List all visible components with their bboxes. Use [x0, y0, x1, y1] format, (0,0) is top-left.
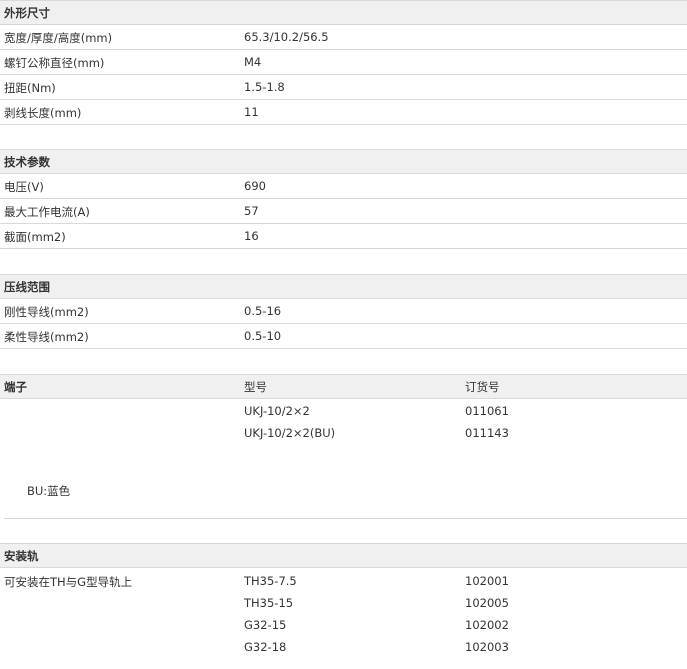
terminal-model: UKJ-10/2×2(BU)	[244, 426, 336, 440]
table-row: 截面(mm2) 16	[0, 224, 687, 249]
rail-order-number: 102005	[465, 596, 509, 610]
table-row: 柔性导线(mm2) 0.5-10	[0, 324, 687, 349]
spec-value: M4	[244, 55, 262, 69]
dimensions-title: 外形尺寸	[4, 6, 50, 20]
dimensions-section-header: 外形尺寸	[0, 0, 687, 25]
rail-model: TH35-15	[244, 596, 294, 610]
rail-description: 可安装在TH与G型导轨上	[4, 575, 133, 589]
spec-value: 57	[244, 204, 259, 218]
terminal-section-header: 端子 型号 订货号	[0, 374, 687, 399]
rail-order-number: 102001	[465, 574, 509, 588]
rail-model: TH35-7.5	[244, 574, 297, 588]
list-item: TH35-15 102005	[0, 593, 687, 615]
table-row: 刚性导线(mm2) 0.5-16	[0, 299, 687, 324]
crimp-title: 压线范围	[4, 280, 50, 294]
spec-value: 11	[244, 105, 259, 119]
rail-title: 安装轨	[4, 549, 39, 563]
rail-model: G32-15	[244, 618, 287, 632]
terminal-order-number: 011143	[465, 426, 509, 440]
table-row: 螺钉公称直径(mm) M4	[0, 50, 687, 75]
rail-order-number: 102003	[465, 640, 509, 654]
terminal-model: UKJ-10/2×2	[244, 404, 310, 418]
table-row: 宽度/厚度/高度(mm) 65.3/10.2/56.5	[0, 25, 687, 50]
rail-section-header: 安装轨	[0, 543, 687, 568]
color-note: BU:蓝色	[27, 484, 71, 498]
spec-label: 剥线长度(mm)	[4, 106, 82, 120]
spec-label: 刚性导线(mm2)	[4, 305, 89, 319]
rail-model: G32-18	[244, 640, 287, 654]
terminal-order-number: 011061	[465, 404, 509, 418]
spec-value: 0.5-10	[244, 329, 282, 343]
spec-label: 宽度/厚度/高度(mm)	[4, 31, 113, 45]
spec-value: 0.5-16	[244, 304, 282, 318]
list-item: UKJ-10/2×2(BU) 011143	[0, 423, 687, 445]
list-item: G32-18 102003	[0, 637, 687, 659]
table-row: 剥线长度(mm) 11	[0, 100, 687, 125]
technical-section-header: 技术参数	[0, 149, 687, 174]
spec-label: 最大工作电流(A)	[4, 205, 90, 219]
rail-order-number: 102002	[465, 618, 509, 632]
spec-value: 690	[244, 179, 266, 193]
model-column-header: 型号	[244, 380, 267, 394]
spec-label: 柔性导线(mm2)	[4, 330, 89, 344]
technical-title: 技术参数	[4, 155, 50, 169]
spec-value: 16	[244, 229, 259, 243]
list-item: G32-15 102002	[0, 615, 687, 637]
divider	[4, 518, 687, 519]
spec-label: 截面(mm2)	[4, 230, 66, 244]
table-row: 扭距(Nm) 1.5-1.8	[0, 75, 687, 100]
spec-value: 1.5-1.8	[244, 80, 285, 94]
spec-label: 电压(V)	[4, 180, 44, 194]
crimp-section-header: 压线范围	[0, 274, 687, 299]
list-item: 可安装在TH与G型导轨上 TH35-7.5 102001	[0, 571, 687, 593]
terminal-title: 端子	[4, 380, 27, 394]
spec-label: 扭距(Nm)	[4, 81, 56, 95]
order-column-header: 订货号	[465, 380, 500, 394]
table-row: 最大工作电流(A) 57	[0, 199, 687, 224]
list-item: UKJ-10/2×2 011061	[0, 401, 687, 423]
spec-value: 65.3/10.2/56.5	[244, 30, 329, 44]
spec-label: 螺钉公称直径(mm)	[4, 56, 105, 70]
table-row: 电压(V) 690	[0, 174, 687, 199]
